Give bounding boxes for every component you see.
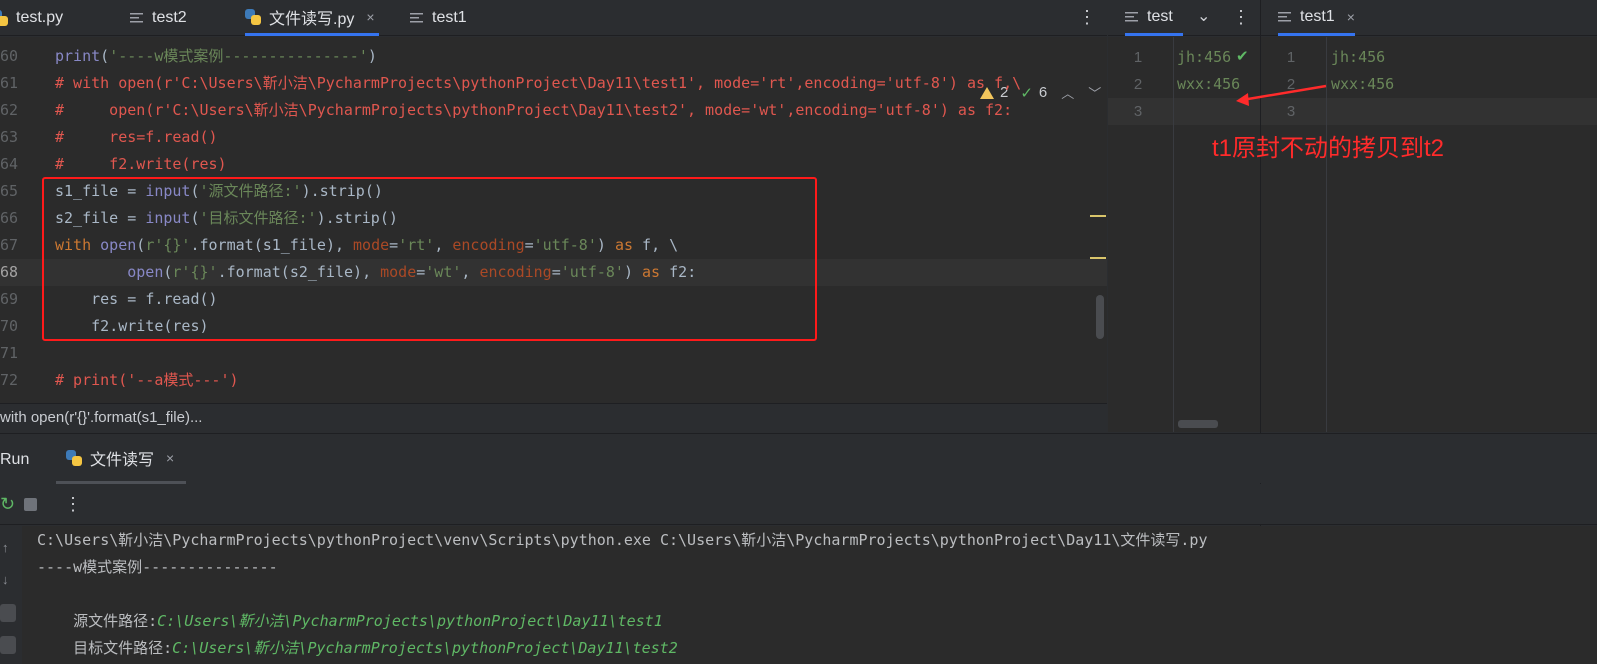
code-text: jh:456 [1331,48,1386,66]
check-icon: ✔ [1236,48,1249,65]
annotation-arrow [1236,84,1327,106]
code-line[interactable]: 61 # with open(r'C:\Users\靳小洁\PycharmProj… [0,70,1107,97]
text-file-icon [1125,11,1138,22]
text-file-icon [410,13,423,23]
console-output[interactable]: C:\Users\靳小洁\PycharmProjects\pythonProje… [22,526,1597,664]
text-file-icon [130,13,143,23]
code-line[interactable]: 63 # res=f.read() [0,124,1107,151]
tab-test-py[interactable]: test.py [0,0,63,36]
run-panel-header: Run 文件读写 × [0,433,1597,484]
run-tab[interactable]: 文件读写 × [56,434,187,484]
tab-test-pane1[interactable]: test [1125,0,1183,36]
line-number: 3 [1133,103,1143,120]
line-number: 71 [0,344,19,362]
line-number: 62 [0,101,19,119]
line-number: 65 [0,182,19,200]
breadcrumb[interactable]: with open(r'{}'.format(s1_file)... [0,403,1107,432]
run-title: Run [0,451,30,468]
line-number: 1 [1133,49,1143,66]
line-number: 63 [0,128,19,146]
code-line[interactable]: 72 # print('--a模式---') [0,367,1107,394]
line-number: 66 [0,209,19,227]
code-text: wxx:456 [1331,75,1395,93]
code-text: # open(r'C:\Users\靳小洁\PycharmProjects\py… [55,101,1013,119]
line-number: 64 [0,155,19,173]
editor-tab-bar: test.py test2 文件读写.py × test1 ⋮ [0,0,1107,36]
scroll-to-end-icon[interactable] [0,636,16,654]
arrow-down-icon[interactable]: ↓ [2,572,9,587]
line-number: 70 [0,317,19,335]
run-toolbar: ↻ ⋮ [0,484,1597,525]
console-command: C:\Users\靳小洁\PycharmProjects\pythonProje… [37,531,1208,549]
code-text: # print('--a模式---') [55,371,239,389]
text-file-icon [1278,11,1291,22]
console-input: C:\Users\靳小洁\PycharmProjects\pythonProje… [172,639,678,657]
tab-test1[interactable]: test1 [410,0,467,36]
pane2-tab-bar: test1 × [1261,0,1597,36]
change-marker [1090,257,1106,259]
tab-label: test [1147,7,1173,25]
code-text: # f2.write(res) [55,155,227,173]
code-line[interactable]: 71 [0,340,1107,367]
vertical-scrollbar[interactable] [1096,295,1104,339]
arrow-up-icon[interactable]: ↑ [2,540,9,555]
code-text: # with open(r'C:\Users\靳小洁\PycharmProjec… [55,74,1022,92]
console-toolbar: ↑ ↓ [0,526,22,664]
tab-label: test1 [1300,7,1335,25]
tab-test2[interactable]: test2 [130,0,187,36]
line-number: 1 [1286,49,1296,66]
line-number: 67 [0,236,19,254]
close-icon[interactable]: × [166,450,174,466]
rerun-icon[interactable]: ↻ [0,494,15,515]
python-file-icon [66,449,82,466]
code-line[interactable]: 62 # open(r'C:\Users\靳小洁\PycharmProjects\… [0,97,1107,124]
run-tab-label: 文件读写 [90,451,155,469]
console-prompt: 目标文件路径: [73,639,173,657]
horizontal-scrollbar[interactable] [1178,420,1218,428]
soft-wrap-icon[interactable] [0,604,16,622]
close-icon[interactable]: × [1347,9,1355,25]
annotation-box [42,177,817,341]
python-file-icon [0,10,8,26]
code-text: print('----w模式案例---------------') [55,47,377,65]
tab-label: test2 [152,9,187,26]
tab-label: test.py [16,9,64,26]
stop-icon[interactable] [24,498,37,511]
pane1-tab-bar: test ⌄ ⋮ [1108,0,1260,36]
chevron-down-icon[interactable]: ⌄ [1197,8,1210,26]
line-number: 60 [0,47,19,65]
python-file-icon [245,8,261,25]
console-line: ----w模式案例--------------- [37,558,278,576]
more-icon[interactable]: ⋮ [1078,8,1096,26]
line-number: 68 [0,263,19,281]
annotation-text: t1原封不动的拷贝到t2 [1212,135,1445,162]
change-marker [1090,215,1106,217]
more-icon[interactable]: ⋮ [1232,8,1250,26]
tab-label: test1 [432,9,467,26]
tab-test1-pane2[interactable]: test1 × [1278,0,1355,36]
code-text: jh:456 [1177,48,1232,66]
code-text: # res=f.read() [55,128,218,146]
close-icon[interactable]: × [366,9,374,25]
line-number: 69 [0,290,19,308]
line-number: 2 [1133,76,1143,93]
code-line[interactable]: 64 # f2.write(res) [0,151,1107,178]
line-number: 72 [0,371,19,389]
tab-file-rw-py[interactable]: 文件读写.py × [245,0,379,36]
code-line[interactable]: 60 print('----w模式案例---------------') [0,43,1107,70]
tab-label: 文件读写.py [269,10,355,28]
more-icon[interactable]: ⋮ [64,495,82,513]
line-number: 61 [0,74,19,92]
